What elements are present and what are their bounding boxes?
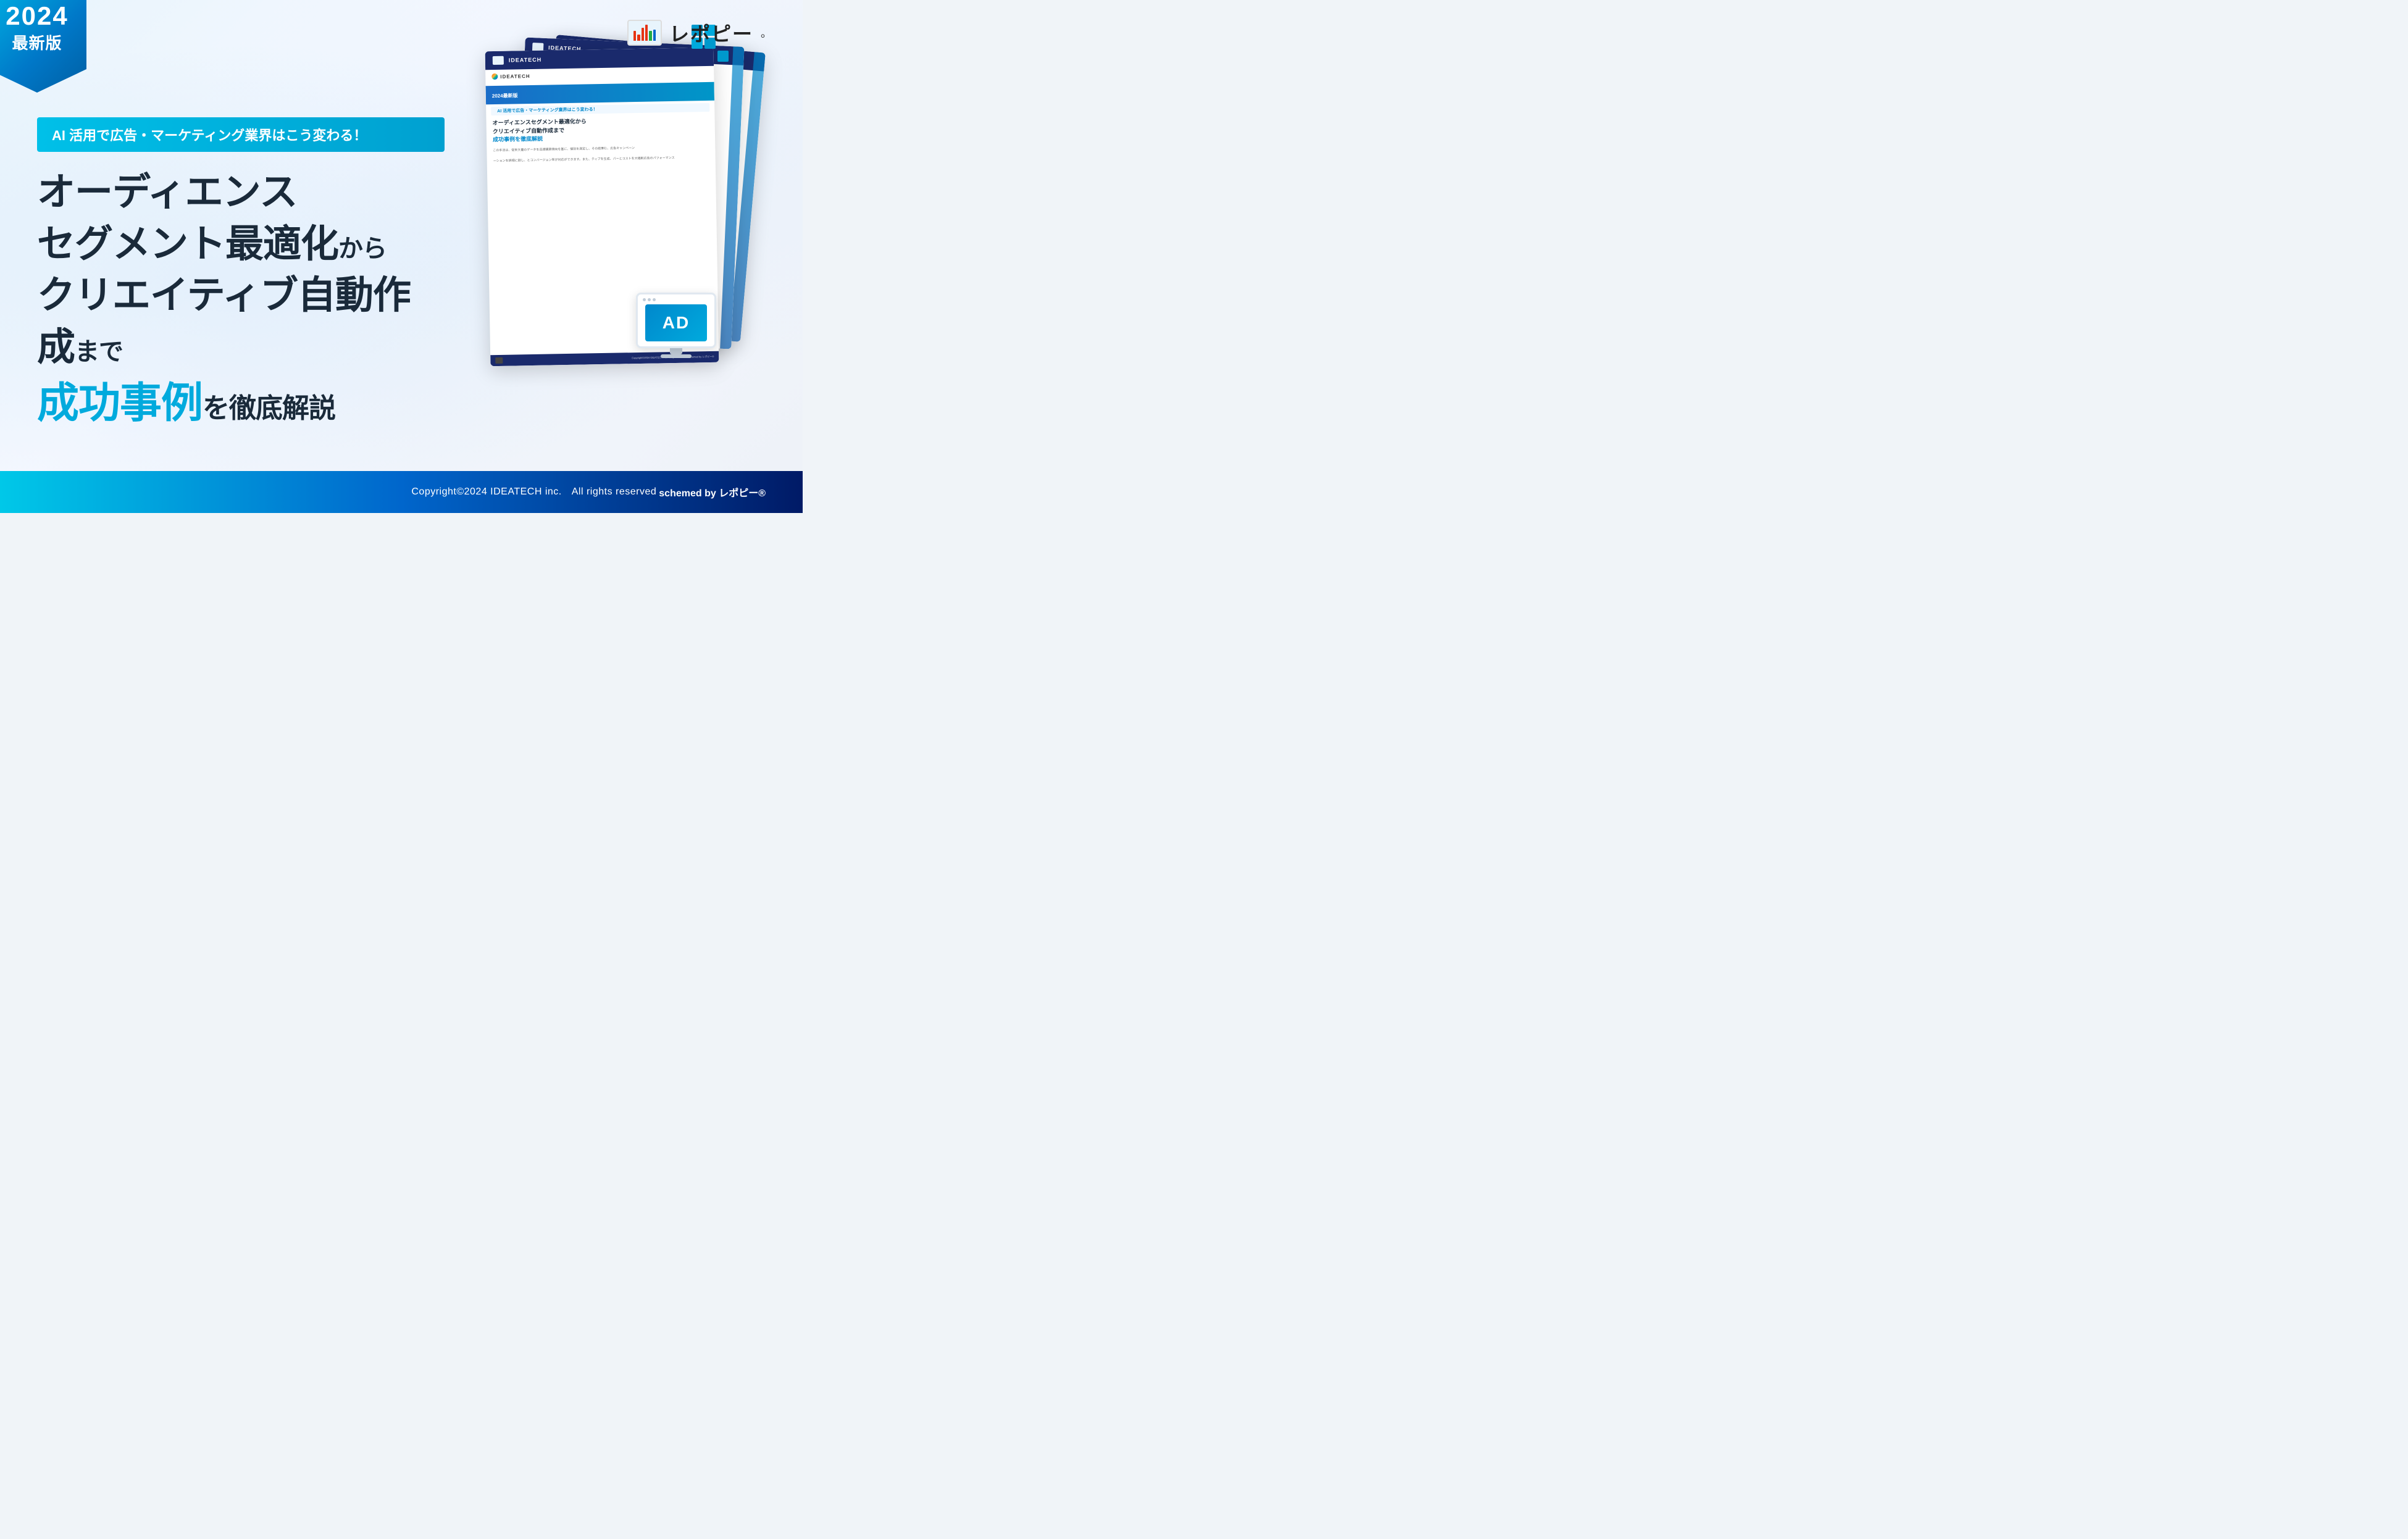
headline-blue-line: 成功事例を徹底解説	[37, 378, 445, 429]
doc-ideatech-dot	[491, 73, 498, 80]
footer: Copyright©2024 IDEATECH inc. All rights …	[0, 471, 803, 513]
doc-footer-icon	[495, 357, 503, 364]
headline-line2-main: セグメント最適化	[37, 223, 338, 265]
headline-block: オーディエンス セグメント最適化から クリエイティブ自動作成まで	[37, 167, 445, 373]
headline-blue-main: 成功事例	[37, 380, 203, 427]
subtitle-banner: AI 活用で広告・マーケティング業界はこう変わる！	[37, 117, 445, 152]
pixel-7	[692, 51, 703, 62]
doc-title: オーディエンスセグメント最適化から クリエイティブ自動作成まで 成功事例を徹底解…	[486, 113, 715, 147]
pixel-8	[704, 51, 716, 62]
doc-body-text1: この手法は、従来大量のデータを迅速購買傾向を基に、個別を測定し、その結果む、広告…	[493, 144, 709, 153]
headline-line2: セグメント最適化から	[37, 219, 445, 270]
headline-line3: クリエイティブ自動作成まで	[37, 270, 445, 373]
doc-year-banner: 2024最新版	[486, 82, 714, 104]
monitor-base	[661, 354, 692, 358]
doc-logo-front	[493, 56, 504, 65]
headline-line3-suffix: まで	[75, 338, 123, 365]
doc-year-text: 2024最新版	[492, 93, 518, 99]
monitor-dots	[643, 298, 656, 301]
right-column: IDEATECH この手法は、従来大量のデータを迅速購買傾向を基に、個別を測定し…	[445, 37, 766, 395]
logo-icon	[627, 20, 662, 46]
headline-line1: オーディエンス	[37, 167, 445, 219]
monitor-dot-1	[643, 298, 646, 301]
main-content: 2024 最新版 レポピー 。 AI 活用で広告・マーケティ	[0, 0, 803, 471]
monitor-ad-text: AD	[663, 313, 690, 333]
monitor-stand	[670, 348, 682, 354]
logo-area: レポピー 。	[627, 19, 772, 47]
page-wrapper: 2024 最新版 レポピー 。 AI 活用で広告・マーケティ	[0, 0, 803, 513]
doc-body2: ーションを詳細に割し、とコンバージョン率が対応ができます。また、ティブを生成、バ…	[487, 153, 716, 165]
footer-rights: All rights reserved	[572, 486, 657, 498]
monitor-screen: AD	[645, 304, 707, 341]
doc-body-text2: ーションを詳細に割し、とコンバージョン率が対応ができます。また、ティブを生成、バ…	[493, 154, 709, 164]
doc-brand-front: IDEATECH	[509, 57, 542, 64]
monitor-frame: AD	[636, 293, 716, 348]
logo-name: レポピー	[669, 19, 753, 47]
badge-year: 2024	[6, 2, 68, 30]
monitor-dot-2	[648, 298, 651, 301]
monitor-dot-3	[653, 298, 656, 301]
left-column: AI 活用で広告・マーケティング業界はこう変わる！ オーディエンス セグメント最…	[37, 25, 445, 428]
ad-monitor: AD	[636, 293, 716, 358]
pixel-9	[717, 51, 729, 62]
badge-text: 最新版	[12, 31, 62, 54]
footer-copyright: Copyright©2024 IDEATECH inc.	[411, 486, 561, 498]
footer-scheme: schemed by レポピー®	[659, 485, 766, 499]
headline-line2-suffix: から	[338, 235, 387, 262]
document-stack: IDEATECH この手法は、従来大量のデータを迅速購買傾向を基に、個別を測定し…	[475, 37, 735, 395]
doc-ideatech-name: IDEATECH	[500, 73, 530, 80]
logo-dot: 。	[761, 25, 772, 41]
headline-blue-suffix: を徹底解説	[203, 393, 335, 423]
